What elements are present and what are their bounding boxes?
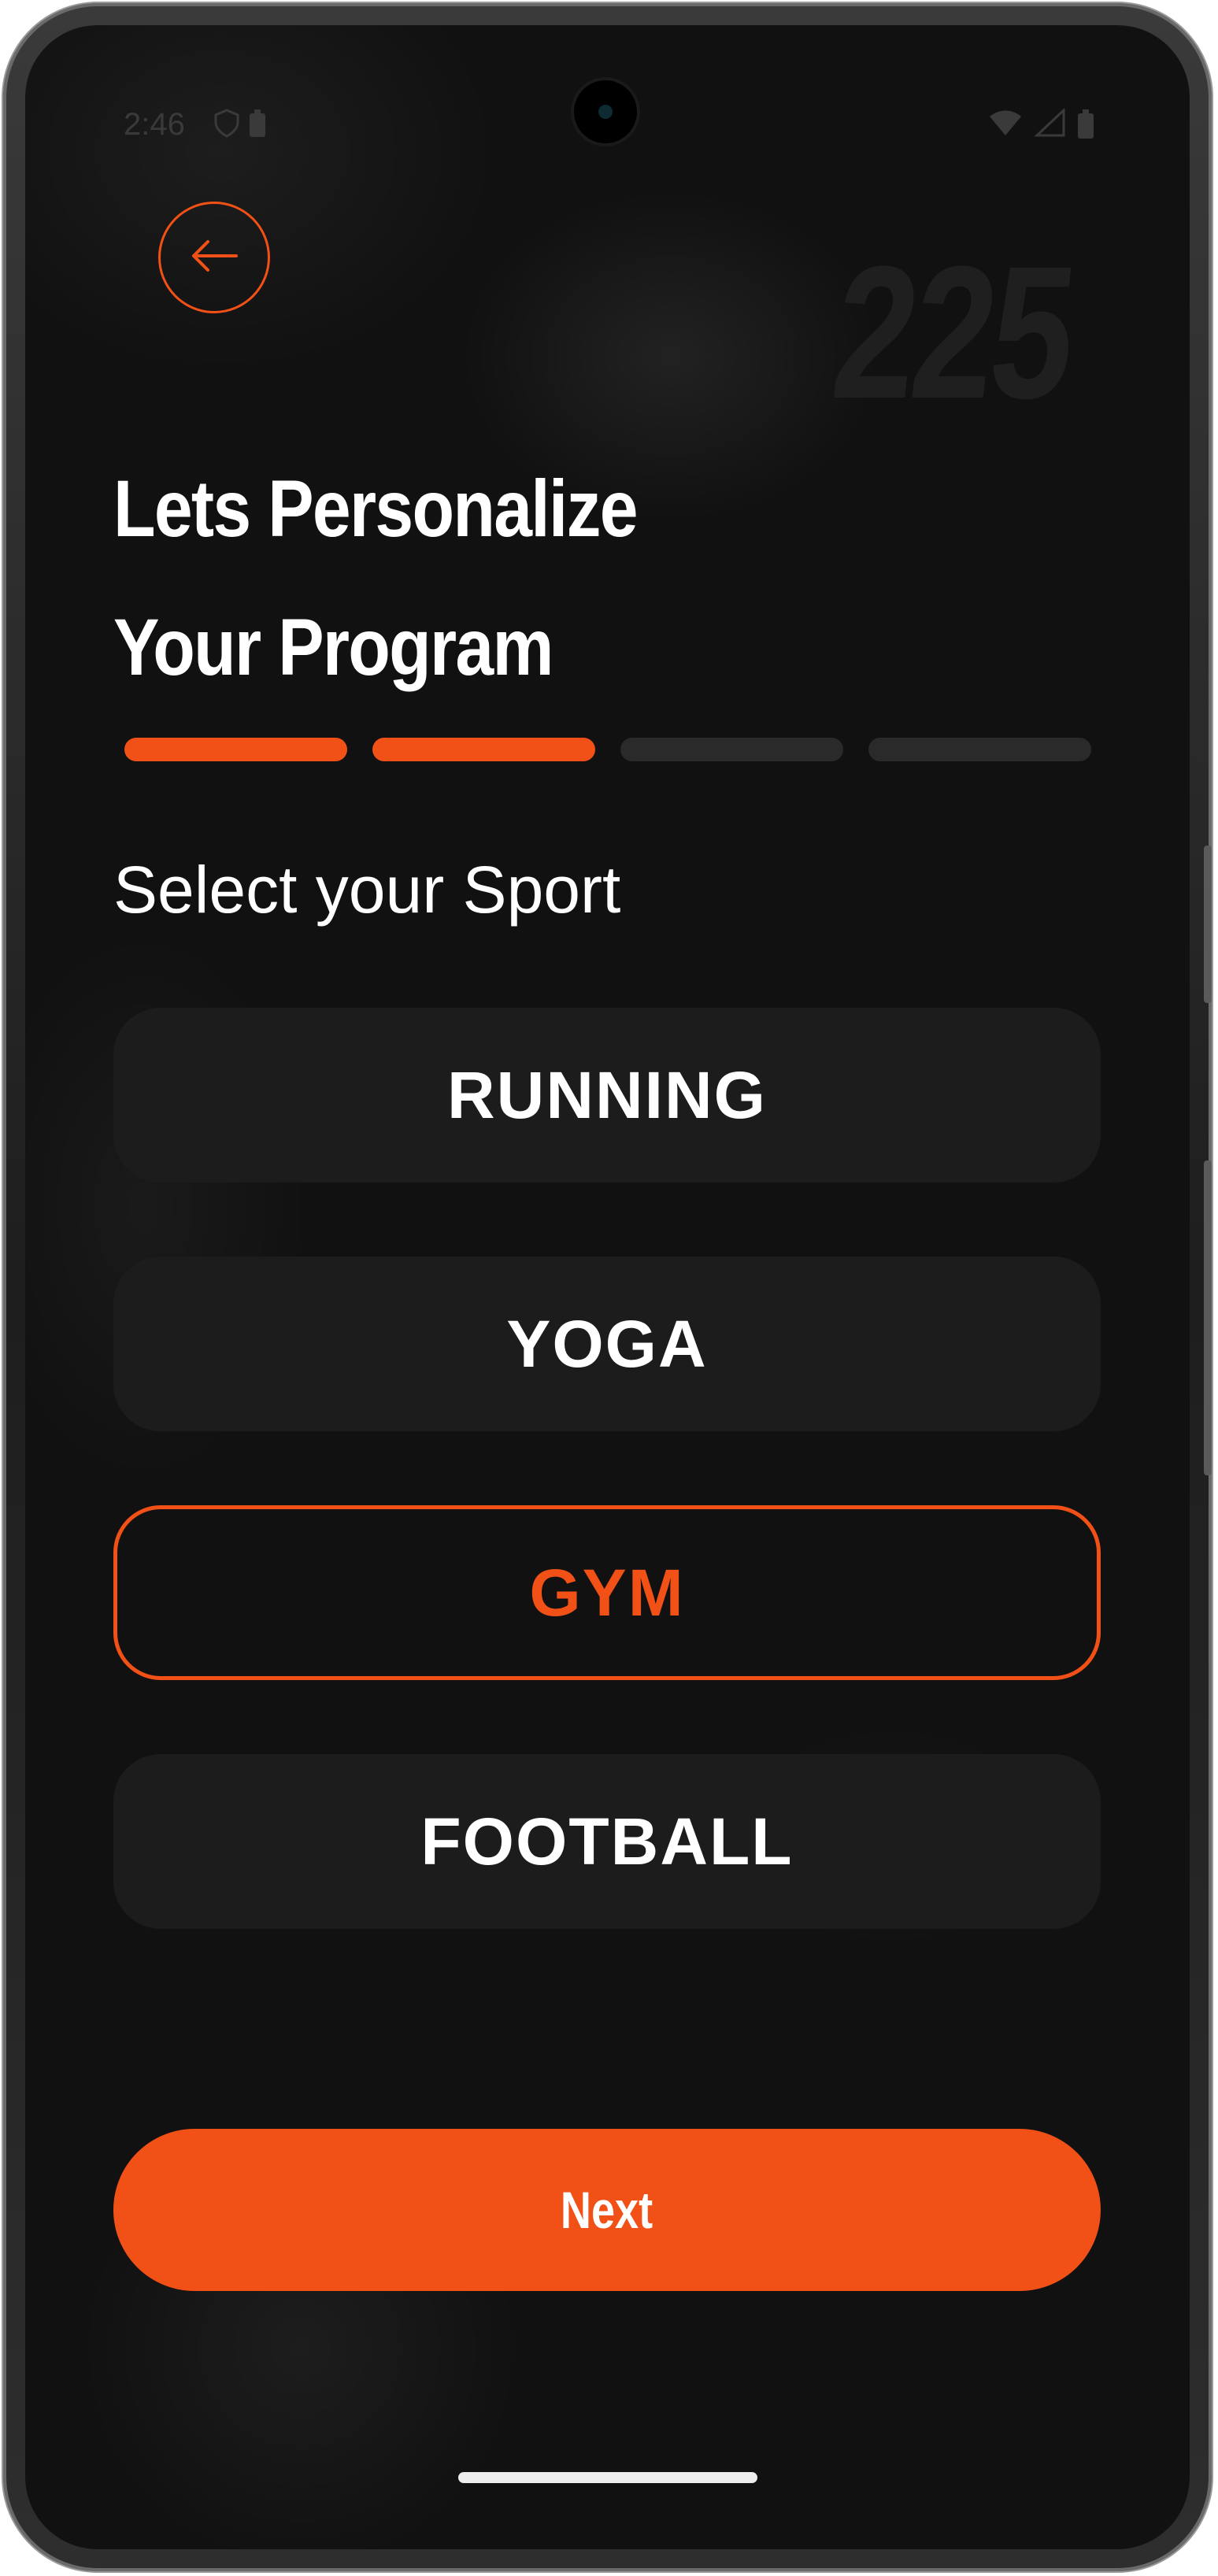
option-label: FOOTBALL xyxy=(420,1804,794,1878)
step-progress-bar xyxy=(124,738,1091,761)
shield-icon xyxy=(214,109,247,145)
option-gym[interactable]: GYM xyxy=(113,1505,1101,1680)
phone-frame: 2:46 225 Lets Personalize Your Program S… xyxy=(3,3,1212,2571)
status-bar: 2:46 xyxy=(25,25,1190,143)
option-label: YOGA xyxy=(506,1306,708,1381)
title-line-2: Your Program xyxy=(113,602,553,692)
home-indicator[interactable] xyxy=(458,2472,757,2483)
option-running[interactable]: RUNNING xyxy=(113,1008,1101,1183)
option-yoga[interactable]: YOGA xyxy=(113,1257,1101,1431)
progress-step-3 xyxy=(620,738,843,761)
next-button-label: Next xyxy=(561,2181,653,2239)
progress-step-2 xyxy=(372,738,595,761)
option-football[interactable]: FOOTBALL xyxy=(113,1754,1101,1929)
back-button[interactable] xyxy=(158,202,270,313)
progress-step-1 xyxy=(124,738,347,761)
option-label: GYM xyxy=(529,1555,685,1630)
section-label: Select your Sport xyxy=(113,853,621,927)
volume-button xyxy=(1204,1160,1212,1475)
status-time: 2:46 xyxy=(124,107,185,142)
wifi-icon xyxy=(988,109,1023,148)
arrow-left-icon xyxy=(189,239,239,277)
app-screen: 2:46 225 Lets Personalize Your Program S… xyxy=(25,25,1190,2549)
cellular-icon xyxy=(1034,107,1065,148)
background-number: 225 xyxy=(824,227,1082,438)
battery-icon xyxy=(1076,109,1095,148)
next-button[interactable]: Next xyxy=(113,2129,1101,2291)
page-title: Lets Personalize Your Program xyxy=(113,439,790,716)
title-line-1: Lets Personalize xyxy=(113,464,639,553)
front-camera xyxy=(574,80,637,143)
option-label: RUNNING xyxy=(447,1057,767,1132)
progress-step-4 xyxy=(868,738,1091,761)
power-button xyxy=(1204,846,1212,1003)
battery-saver-icon xyxy=(247,109,268,145)
